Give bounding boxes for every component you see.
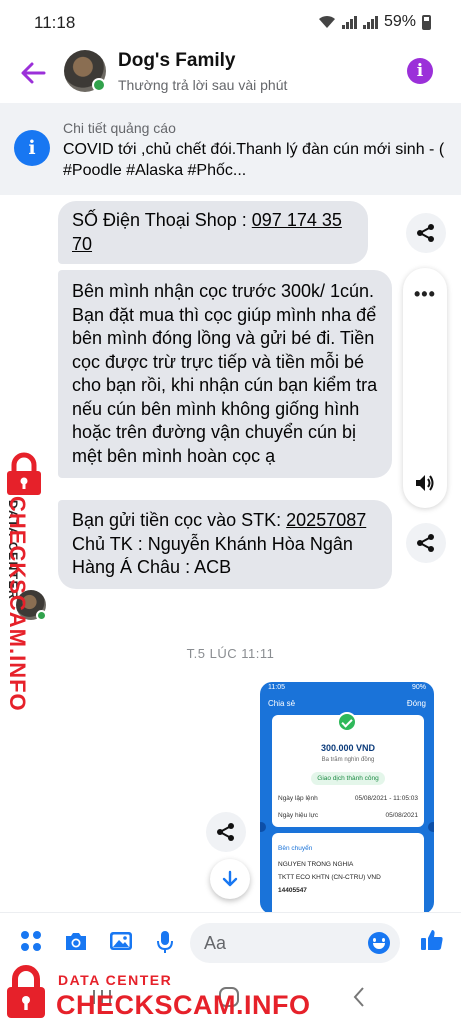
message-text: Chủ TK : Nguyễn Khánh Hòa Ngân Hàng Á Ch… xyxy=(72,533,353,578)
message-bubble[interactable]: SỐ Điện Thoại Shop : 097 174 35 70 xyxy=(58,201,368,264)
share-icon xyxy=(417,534,434,552)
online-status-dot xyxy=(36,610,47,621)
receipt-sender-number: 14405547 xyxy=(278,887,307,894)
ad-details-banner[interactable]: i Chi tiết quảng cáo COVID tới ,chủ chết… xyxy=(0,103,461,195)
success-check-icon xyxy=(337,712,357,732)
message-text: Bạn gửi tiền cọc vào STK: xyxy=(72,510,287,530)
apps-icon[interactable] xyxy=(20,930,42,952)
chat-header: Dog's Family Thường trả lời sau vài phút… xyxy=(0,44,461,102)
share-icon xyxy=(417,224,434,242)
receipt-amount-words: Ba trăm nghìn đồng xyxy=(321,757,375,763)
battery-percent: 59% xyxy=(383,13,416,30)
share-button[interactable] xyxy=(406,213,446,253)
chat-subtitle: Thường trả lời sau vài phút xyxy=(118,77,288,93)
wifi-icon xyxy=(318,15,335,28)
audio-controls-panel: ••• xyxy=(403,268,447,508)
receipt-created-value: 05/08/2021 - 11:05:03 xyxy=(354,795,418,802)
microphone-icon[interactable] xyxy=(156,930,174,954)
receipt-close-label: Đóng xyxy=(406,699,426,708)
scroll-down-icon xyxy=(222,870,238,887)
info-icon[interactable]: i xyxy=(407,58,433,84)
receipt-status-time: 11:05 xyxy=(268,684,285,691)
nav-back-icon[interactable] xyxy=(352,986,366,1008)
message-text: Bên mình nhận cọc trước 300k/ 1cún. Bạn … xyxy=(72,281,378,466)
emoji-icon[interactable] xyxy=(368,932,390,954)
transfer-receipt-image[interactable]: 11:05 90% Chia sẻ Đóng 300.000 VND Ba tr… xyxy=(260,682,434,914)
receipt-sender-name: NGUYEN TRONG NGHIA xyxy=(278,861,354,868)
speaker-icon[interactable] xyxy=(414,473,436,493)
chat-name[interactable]: Dog's Family xyxy=(118,50,236,72)
share-button[interactable] xyxy=(406,523,446,563)
receipt-sender-card: Bên chuyển NGUYEN TRONG NGHIA TKTT ECO K… xyxy=(272,833,424,914)
message-timestamp: T.5 LÚC 11:11 xyxy=(186,646,275,661)
camera-icon[interactable] xyxy=(63,930,89,952)
receipt-share-label: Chia sẻ xyxy=(268,699,296,708)
receipt-amount-card: 300.000 VND Ba trăm nghìn đồng Giao dịch… xyxy=(272,712,424,827)
receipt-created-label: Ngày lập lệnh xyxy=(278,795,318,802)
message-composer: Aa xyxy=(0,912,461,970)
message-text: SỐ Điện Thoại Shop : xyxy=(72,210,252,230)
battery-icon xyxy=(422,14,431,30)
status-bar: 11:18 59% xyxy=(0,0,461,44)
ad-title: COVID tới ,chủ chết đói.Thanh lý đàn cún… xyxy=(63,141,445,179)
receipt-sender-account: TKTT ECO KHTN (CN-CTRU) VND xyxy=(278,874,381,881)
watermark-site: CHECKSCAM.INFO xyxy=(56,990,311,1020)
ad-info-icon: i xyxy=(14,130,50,166)
receipt-status-battery: 90% xyxy=(411,684,426,691)
image-icon[interactable] xyxy=(109,930,133,952)
message-bubble[interactable]: Bạn gửi tiền cọc vào STK: 20257087 Chủ T… xyxy=(58,500,392,589)
receipt-status-badge: Giao dịch thành công xyxy=(311,772,385,785)
ad-label: Chi tiết quảng cáo xyxy=(63,120,176,136)
like-icon[interactable] xyxy=(420,928,444,952)
status-time: 11:18 xyxy=(34,13,76,32)
watermark-lock-icon xyxy=(7,965,45,1018)
back-arrow-icon[interactable] xyxy=(18,58,48,88)
message-input[interactable]: Aa xyxy=(190,923,400,963)
share-icon xyxy=(217,823,234,841)
message-bubble[interactable]: Bên mình nhận cọc trước 300k/ 1cún. Bạn … xyxy=(58,270,392,478)
watermark-site: CHECKSCAM.INFO xyxy=(5,496,30,712)
receipt-amount: 300.000 VND xyxy=(320,743,376,753)
receipt-notch xyxy=(260,822,266,832)
message-input-placeholder: Aa xyxy=(204,933,227,953)
online-status-dot xyxy=(92,78,106,92)
account-number-link[interactable]: 20257087 xyxy=(286,510,366,530)
receipt-notch xyxy=(428,822,434,832)
receipt-effective-label: Ngày hiệu lực xyxy=(278,812,319,819)
receipt-sender-label: Bên chuyển xyxy=(278,845,313,852)
scroll-down-button[interactable] xyxy=(210,859,250,899)
more-dots-icon[interactable]: ••• xyxy=(414,284,436,305)
receipt-effective-value: 05/08/2021 xyxy=(385,812,418,819)
signal-icon xyxy=(341,15,357,29)
status-icons: 59% xyxy=(318,13,431,31)
watermark-data-center: DATA CENTER xyxy=(58,972,173,988)
share-button[interactable] xyxy=(206,812,246,852)
watermark-lock-icon xyxy=(7,452,41,495)
signal-icon-2 xyxy=(362,15,378,29)
